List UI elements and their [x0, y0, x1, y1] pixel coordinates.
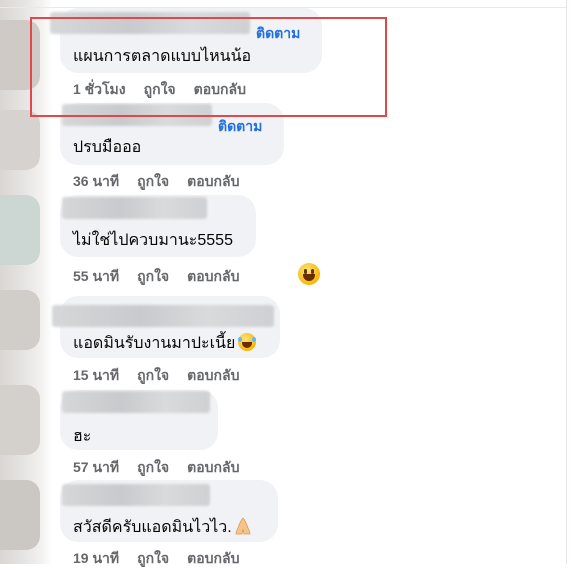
follow-link[interactable]: ติดตาม	[218, 116, 262, 138]
commenter-name[interactable]	[62, 104, 212, 126]
avatar[interactable]	[0, 110, 40, 170]
avatar[interactable]	[0, 195, 40, 265]
commenter-name[interactable]	[52, 305, 274, 327]
comment-text: ปรบมือออ	[73, 139, 142, 156]
grinning-face-emoji-icon[interactable]	[298, 263, 320, 285]
avatar-column	[0, 0, 52, 564]
follow-link[interactable]: ติดตาม	[256, 23, 300, 45]
reply-button[interactable]: ตอบกลับ	[194, 81, 246, 97]
commenter-name[interactable]	[62, 391, 210, 413]
comment-actions: 1 ชั่วโมง ถูกใจ ตอบกลับ	[73, 79, 264, 101]
avatar[interactable]	[0, 480, 40, 550]
comment-text: ไม่ใช่ไปควบมานะ5555	[73, 232, 233, 249]
like-button[interactable]: ถูกใจ	[137, 173, 169, 189]
comment-timestamp[interactable]: 1 ชั่วโมง	[73, 81, 126, 97]
comment-text: ฮะ	[73, 428, 92, 445]
commenter-name[interactable]	[62, 484, 210, 506]
reply-button[interactable]: ตอบกลับ	[187, 459, 239, 475]
laughing-tears-emoji-icon	[238, 333, 257, 351]
like-button[interactable]: ถูกใจ	[137, 459, 169, 475]
comment-actions: 36 นาที ถูกใจ ตอบกลับ	[73, 171, 257, 193]
commenter-name[interactable]	[50, 12, 250, 34]
comment-text: สวัสดีครับแอดมินไวไว.	[73, 515, 251, 540]
like-button[interactable]: ถูกใจ	[137, 367, 169, 383]
folded-hands-emoji-icon	[235, 517, 251, 540]
comment-actions: 57 นาที ถูกใจ ตอบกลับ	[73, 457, 257, 479]
reply-button[interactable]: ตอบกลับ	[187, 268, 239, 284]
comment-actions: 19 นาที ถูกใจ ตอบกลับ	[73, 548, 257, 570]
commenter-name[interactable]	[62, 197, 207, 219]
comment-timestamp[interactable]: 55 นาที	[73, 268, 119, 284]
like-button[interactable]: ถูกใจ	[137, 268, 169, 284]
comment-timestamp[interactable]: 36 นาที	[73, 173, 119, 189]
comment-text: แอดมินรับงานมาปะเนี้ย	[73, 331, 257, 356]
divider	[566, 0, 567, 564]
comment-actions: 55 นาที ถูกใจ ตอบกลับ	[73, 266, 257, 288]
reply-button[interactable]: ตอบกลับ	[187, 173, 239, 189]
comment-actions: 15 นาที ถูกใจ ตอบกลับ	[73, 365, 257, 387]
comment-timestamp[interactable]: 15 นาที	[73, 367, 119, 383]
comment-text: แผนการตลาดแบบไหนน้อ	[73, 48, 252, 65]
avatar[interactable]	[0, 385, 40, 455]
reply-button[interactable]: ตอบกลับ	[187, 367, 239, 383]
comment-timestamp[interactable]: 57 นาที	[73, 459, 119, 475]
avatar[interactable]	[0, 20, 40, 90]
like-button[interactable]: ถูกใจ	[144, 81, 176, 97]
avatar[interactable]	[0, 290, 40, 350]
